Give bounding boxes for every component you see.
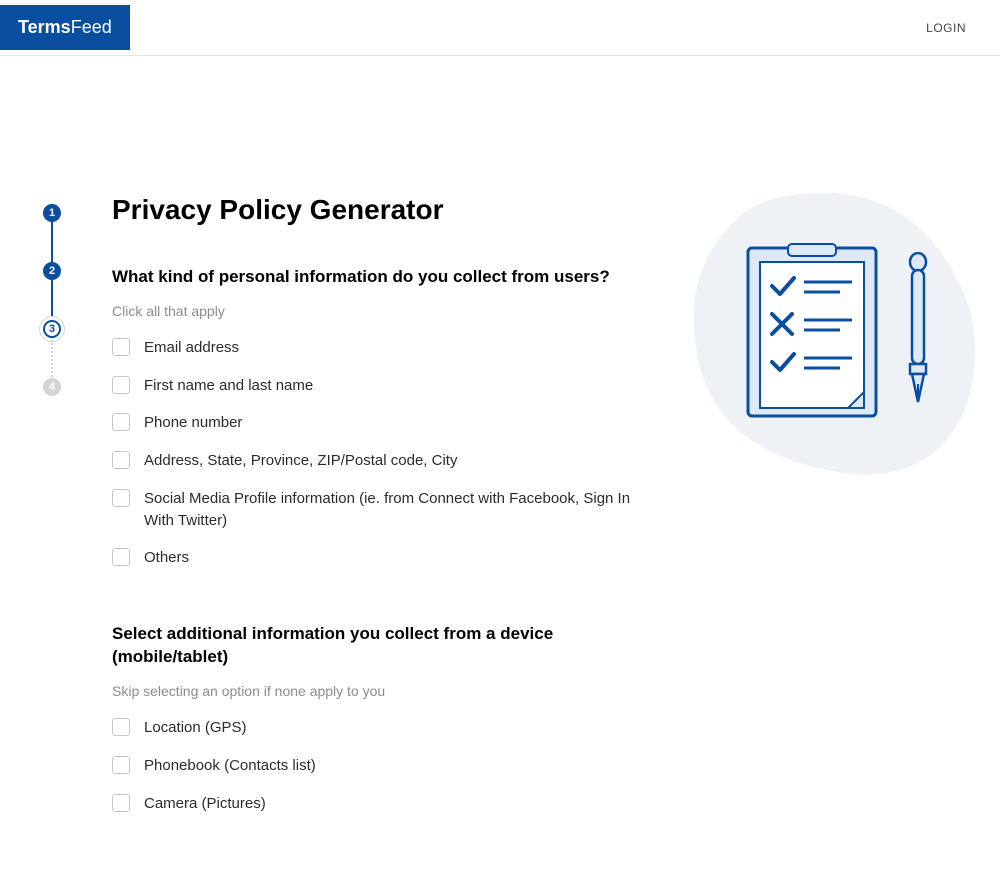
page-title: Privacy Policy Generator — [112, 194, 662, 226]
checkbox-icon — [112, 548, 130, 566]
logo-light: Feed — [71, 17, 112, 38]
connector-2-3 — [51, 280, 53, 320]
opt-label: Phone number — [144, 412, 242, 434]
step-4-num: 4 — [49, 381, 55, 393]
checkbox-icon — [112, 794, 130, 812]
opt-label: Email address — [144, 337, 239, 359]
question-2: Select additional information you collec… — [112, 623, 662, 669]
step-1[interactable]: 1 — [43, 204, 61, 222]
opt-label: Location (GPS) — [144, 717, 247, 739]
opt-label: Others — [144, 547, 189, 569]
checkbox-icon — [112, 489, 130, 507]
opt-social[interactable]: Social Media Profile information (ie. fr… — [112, 488, 662, 532]
checkbox-icon — [112, 718, 130, 736]
opt-name[interactable]: First name and last name — [112, 375, 662, 397]
checkbox-icon — [112, 756, 130, 774]
step-2[interactable]: 2 — [43, 262, 61, 280]
form-main: Privacy Policy Generator What kind of pe… — [72, 56, 692, 830]
checkbox-icon — [112, 376, 130, 394]
opt-label: Social Media Profile information (ie. fr… — [144, 488, 662, 532]
opt-label: First name and last name — [144, 375, 313, 397]
connector-3-4 — [51, 340, 53, 380]
connector-1-2 — [51, 222, 53, 262]
logo[interactable]: TermsFeed — [0, 5, 130, 50]
opt-location[interactable]: Location (GPS) — [112, 717, 662, 739]
opt-label: Phonebook (Contacts list) — [144, 755, 316, 777]
checkbox-icon — [112, 338, 130, 356]
question-1: What kind of personal information do you… — [112, 266, 662, 289]
opt-email[interactable]: Email address — [112, 337, 662, 359]
stepper: 1 2 3 4 — [32, 56, 72, 830]
login-link[interactable]: LOGIN — [926, 21, 966, 35]
hint-2: Skip selecting an option if none apply t… — [112, 683, 662, 699]
page: 1 2 3 4 Privacy Policy Generator What ki… — [0, 56, 1000, 870]
step-3[interactable]: 3 — [43, 320, 61, 338]
step-3-num: 3 — [49, 323, 55, 335]
checkbox-icon — [112, 451, 130, 469]
hint-1: Click all that apply — [112, 303, 662, 319]
pen-icon — [904, 252, 932, 412]
illustration — [672, 184, 982, 484]
opt-phone[interactable]: Phone number — [112, 412, 662, 434]
opt-camera[interactable]: Camera (Pictures) — [112, 793, 662, 815]
step-1-num: 1 — [49, 207, 55, 219]
header: TermsFeed LOGIN — [0, 0, 1000, 56]
step-4[interactable]: 4 — [43, 378, 61, 396]
step-2-num: 2 — [49, 265, 55, 277]
clipboard-icon — [744, 242, 884, 422]
logo-bold: Terms — [18, 17, 71, 38]
checkbox-icon — [112, 413, 130, 431]
opt-label: Camera (Pictures) — [144, 793, 266, 815]
opt-label: Address, State, Province, ZIP/Postal cod… — [144, 450, 457, 472]
opt-address[interactable]: Address, State, Province, ZIP/Postal cod… — [112, 450, 662, 472]
opt-others[interactable]: Others — [112, 547, 662, 569]
opt-phonebook[interactable]: Phonebook (Contacts list) — [112, 755, 662, 777]
